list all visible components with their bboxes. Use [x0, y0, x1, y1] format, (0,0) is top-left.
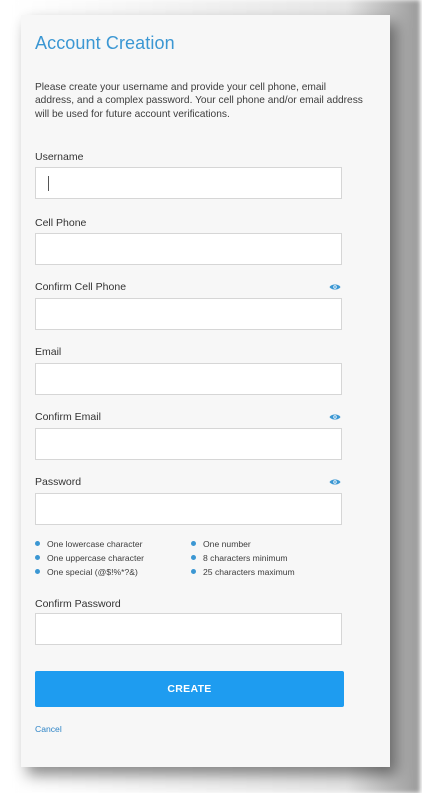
- bullet-icon: [35, 541, 40, 547]
- confirm-cell-phone-input[interactable]: [35, 298, 342, 330]
- confirm-password-label: Confirm Password: [35, 598, 121, 610]
- bullet-icon: [35, 555, 40, 561]
- password-rule: 8 characters minimum: [191, 553, 288, 563]
- bullet-icon: [191, 569, 196, 575]
- username-input[interactable]: [35, 167, 342, 199]
- eye-icon[interactable]: [329, 478, 341, 486]
- bullet-icon: [35, 569, 40, 575]
- instructions-text: Please create your username and provide …: [35, 82, 363, 120]
- bullet-icon: [191, 555, 196, 561]
- password-input[interactable]: [35, 493, 342, 525]
- password-rule: One number: [191, 539, 251, 549]
- email-label: Email: [35, 346, 62, 358]
- text-cursor: [48, 176, 49, 191]
- eye-icon[interactable]: [329, 413, 341, 421]
- password-rule: One uppercase character: [35, 553, 144, 563]
- confirm-cell-phone-label: Confirm Cell Phone: [35, 281, 127, 293]
- confirm-email-input[interactable]: [35, 428, 342, 460]
- bullet-icon: [191, 541, 196, 547]
- eye-icon[interactable]: [329, 283, 341, 291]
- cell-phone-label: Cell Phone: [35, 217, 87, 229]
- confirm-email-label: Confirm Email: [35, 411, 101, 423]
- password-rule: 25 characters maximum: [191, 567, 295, 577]
- password-label: Password: [35, 476, 82, 488]
- cell-phone-input[interactable]: [35, 233, 342, 265]
- email-input[interactable]: [35, 363, 342, 395]
- password-rule: One lowercase character: [35, 539, 143, 549]
- username-label: Username: [35, 151, 84, 163]
- account-creation-card: Account Creation Please create your user…: [21, 15, 390, 767]
- page-title: Account Creation: [35, 33, 175, 53]
- cancel-link[interactable]: Cancel: [35, 724, 62, 734]
- password-rule: One special (@$!%*?&): [35, 567, 138, 577]
- create-button[interactable]: CREATE: [35, 671, 344, 707]
- confirm-password-input[interactable]: [35, 613, 342, 645]
